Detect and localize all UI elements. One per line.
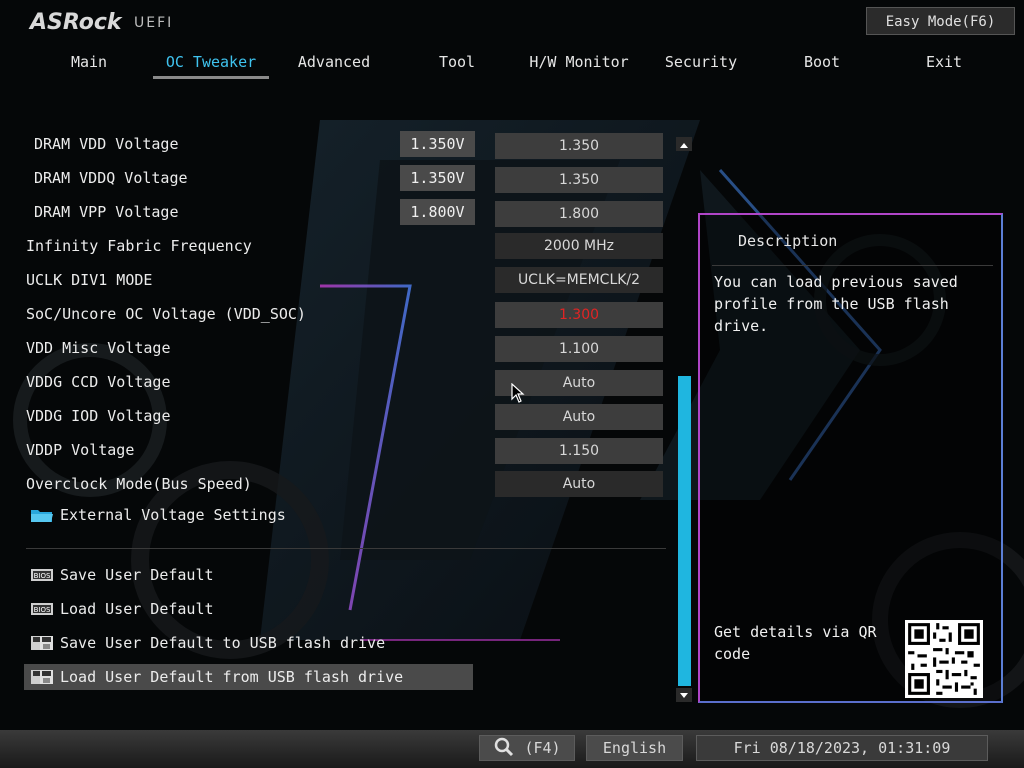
value-field-overclock-mode[interactable]: Auto [495,471,663,497]
tab-boot[interactable]: Boot [761,48,883,76]
setting-label-dram-vpp[interactable]: DRAM VPP Voltage [34,202,179,222]
bios-chip-icon: BIOS [31,569,53,581]
action-label: Load User Default [60,600,214,618]
setting-label-vdd-misc[interactable]: VDD Misc Voltage [26,338,171,358]
submenu-label: External Voltage Settings [60,506,286,524]
setting-label-dram-vddq[interactable]: DRAM VDDQ Voltage [34,168,188,188]
value-field-uclk-div1[interactable]: UCLK=MEMCLK/2 [495,267,663,293]
action-label: Load User Default from USB flash drive [60,668,404,686]
triangle-down-icon [680,693,688,698]
tab-label: Boot [803,53,841,71]
current-value-dram-vdd: 1.350V [400,131,475,157]
action-label: Save User Default to USB flash drive [60,634,386,652]
status-bar: (F4) English Fri 08/18/2023, 01:31:09 [0,730,1024,768]
description-title: Description [738,232,838,250]
value-field-vdd-soc[interactable]: 1.300 [495,302,663,328]
language-button[interactable]: English [586,735,683,761]
scrollbar-thumb[interactable] [678,376,691,686]
datetime-display: Fri 08/18/2023, 01:31:09 [696,735,988,761]
current-value-dram-vddq: 1.350V [400,165,475,191]
setting-label-dram-vdd[interactable]: DRAM VDD Voltage [34,134,179,154]
easy-mode-button[interactable]: Easy Mode(F6) [866,7,1015,35]
value-field-dram-vpp[interactable]: 1.800 [495,201,663,227]
scroll-up-button[interactable] [676,137,692,151]
search-shortcut: (F4) [524,739,561,757]
value-field-dram-vdd[interactable]: 1.350 [495,133,663,159]
action-load-user-default[interactable]: BIOS Load User Default [24,596,473,622]
submenu-external-voltage[interactable]: External Voltage Settings [24,502,473,528]
action-label: Save User Default [60,566,214,584]
section-divider [26,548,666,549]
action-load-user-default-usb[interactable]: Load User Default from USB flash drive [24,664,473,690]
action-save-user-default[interactable]: BIOS Save User Default [24,562,473,588]
qr-code-icon [905,620,983,698]
folder-icon [31,510,53,522]
setting-label-uclk-div1[interactable]: UCLK DIV1 MODE [26,270,152,290]
value-field-vdd-misc[interactable]: 1.100 [495,336,663,362]
settings-list: DRAM VDD Voltage 1.350V 1.350 DRAM VDDQ … [0,0,700,730]
setting-label-vdd-soc[interactable]: SoC/Uncore OC Voltage (VDD_SOC) [26,304,306,324]
setting-label-overclock-mode[interactable]: Overclock Mode(Bus Speed) [26,474,252,494]
description-text: You can load previous saved profile from… [714,273,958,335]
setting-label-vddg-iod[interactable]: VDDG IOD Voltage [26,406,171,426]
action-save-user-default-usb[interactable]: Save User Default to USB flash drive [24,630,473,656]
triangle-up-icon [680,143,688,148]
description-panel: Description You can load previous saved … [698,213,1003,703]
current-value-dram-vpp: 1.800V [400,199,475,225]
search-button[interactable]: (F4) [479,735,575,761]
floppy-disk-icon [31,670,53,684]
description-divider [712,265,993,266]
mouse-pointer-icon [511,383,525,403]
tab-exit[interactable]: Exit [883,48,1005,76]
tab-label: Exit [925,53,963,71]
setting-label-infinity-fabric[interactable]: Infinity Fabric Frequency [26,236,252,256]
floppy-disk-icon [31,636,53,650]
value-field-dram-vddq[interactable]: 1.350 [495,167,663,193]
value-field-vddp[interactable]: 1.150 [495,438,663,464]
qr-caption: Get details via QR code [714,623,877,663]
svg-text:BIOS: BIOS [34,572,51,580]
svg-text:BIOS: BIOS [34,606,51,614]
setting-label-vddg-ccd[interactable]: VDDG CCD Voltage [26,372,171,392]
value-field-vddg-iod[interactable]: Auto [495,404,663,430]
value-field-infinity-fabric[interactable]: 2000 MHz [495,233,663,259]
search-icon [495,737,514,757]
setting-label-vddp[interactable]: VDDP Voltage [26,440,134,460]
bios-chip-icon: BIOS [31,603,53,615]
scroll-down-button[interactable] [676,688,692,702]
